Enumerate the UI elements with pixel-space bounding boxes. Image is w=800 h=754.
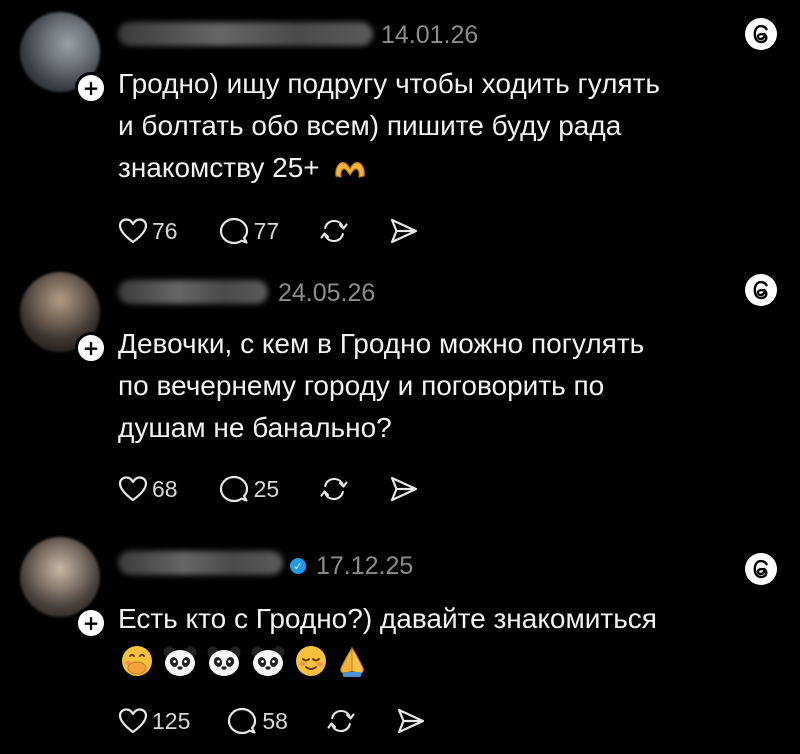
avatar[interactable] <box>20 537 100 617</box>
share-icon <box>391 218 418 244</box>
like-button[interactable]: 68 <box>118 475 178 503</box>
relieved-face-emoji-icon <box>296 646 326 676</box>
heart-hands-emoji-icon <box>335 161 366 178</box>
comment-icon <box>228 707 257 735</box>
follow-plus-icon[interactable]: + <box>75 607 107 639</box>
repost-button[interactable] <box>319 216 349 246</box>
face-with-hand-over-mouth-emoji-icon <box>122 646 152 676</box>
repost-icon <box>327 709 355 733</box>
threads-logo-icon[interactable] <box>744 552 778 586</box>
post-actions: 68 25 <box>118 474 445 504</box>
share-icon <box>391 476 418 502</box>
share-icon <box>397 708 425 734</box>
repost-button[interactable] <box>319 474 349 504</box>
post-text-line: и болтать обо всем) пишите буду рада <box>118 110 622 141</box>
comment-button[interactable]: 77 <box>218 216 280 246</box>
heart-icon <box>118 708 148 734</box>
threads-logo-icon[interactable] <box>744 273 778 307</box>
post-text-line: Девочки, с кем в Гродно можно погулять <box>118 328 645 359</box>
username-blurred[interactable] <box>118 22 373 46</box>
post-actions: 76 77 <box>118 216 445 246</box>
comment-button[interactable]: 25 <box>218 474 280 504</box>
follow-plus-icon[interactable]: + <box>75 72 107 104</box>
follow-plus-icon[interactable]: + <box>75 332 107 364</box>
post-date: 24.05.26 <box>278 279 376 307</box>
post-text: Девочки, с кем в Гродно можно погулять п… <box>118 323 778 449</box>
share-button[interactable] <box>389 217 419 245</box>
reply-count: 58 <box>262 707 288 734</box>
post-text-line: по вечернему городу и поговорить по <box>118 370 605 401</box>
comment-button[interactable]: 58 <box>226 706 288 736</box>
post-text: Есть кто с Гродно?) давайте знакомиться <box>118 598 778 640</box>
post-1: + 14.01.26 Гродно) ищу подругу чтобы ход… <box>0 0 800 260</box>
post-text-line: Гродно) ищу подругу чтобы ходить гулять <box>118 68 661 99</box>
post-3: + ✓ 17.12.25 Есть кто с Гродно?) давайте… <box>0 522 800 754</box>
comment-icon <box>219 475 248 503</box>
like-button[interactable]: 125 <box>118 707 190 735</box>
folded-hands-emoji-icon <box>340 646 364 677</box>
threads-logo-icon[interactable] <box>744 17 778 51</box>
repost-button[interactable] <box>326 706 356 736</box>
post-2: + 24.05.26 Девочки, с кем в Гродно можно… <box>0 260 800 522</box>
post-text-line: знакомству 25+ <box>118 147 778 189</box>
panda-face-emoji-icon <box>163 646 197 676</box>
repost-icon <box>320 477 348 501</box>
like-count: 76 <box>152 217 178 244</box>
post-actions: 125 58 <box>118 706 452 736</box>
verified-badge-icon: ✓ <box>290 558 306 574</box>
reply-count: 77 <box>253 217 280 244</box>
share-button[interactable] <box>389 475 419 503</box>
post-text-line: душам не банально? <box>118 412 392 443</box>
post-text-line: Есть кто с Гродно?) давайте знакомиться <box>118 603 657 634</box>
heart-icon <box>118 218 148 244</box>
like-count: 125 <box>152 707 191 734</box>
panda-face-emoji-icon <box>251 646 285 676</box>
post-text: Гродно) ищу подругу чтобы ходить гулять … <box>118 63 778 189</box>
comment-icon <box>219 217 248 245</box>
like-count: 68 <box>152 475 178 502</box>
post-date: 14.01.26 <box>381 21 479 49</box>
panda-face-emoji-icon <box>207 646 241 676</box>
share-button[interactable] <box>396 707 426 735</box>
reply-count: 25 <box>253 475 280 502</box>
username-blurred[interactable] <box>118 280 268 304</box>
post-text-line-end: знакомству 25+ <box>118 152 320 183</box>
post-date: 17.12.25 <box>316 552 414 580</box>
emoji-row <box>120 644 368 678</box>
username-blurred[interactable] <box>118 551 283 575</box>
repost-icon <box>320 219 348 243</box>
heart-icon <box>118 476 148 502</box>
like-button[interactable]: 76 <box>118 217 178 245</box>
